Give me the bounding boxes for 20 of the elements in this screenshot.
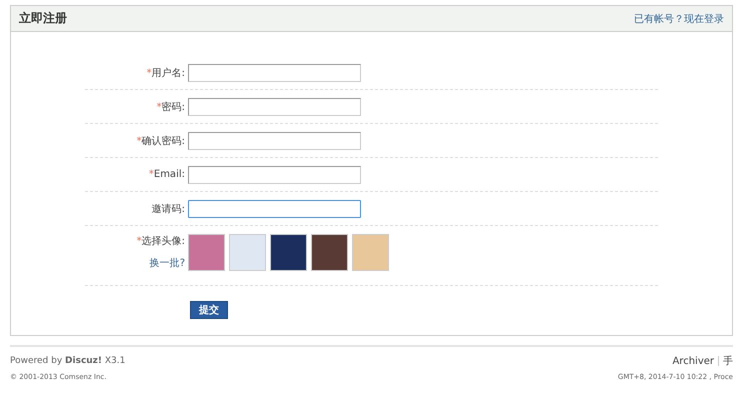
field-label: *Email: <box>148 169 186 180</box>
footer-link[interactable]: Archiver <box>672 356 714 366</box>
field-label: 邀请码: <box>150 202 186 216</box>
input-field[interactable] <box>188 200 361 218</box>
submit-button[interactable]: 提交 <box>190 301 228 319</box>
input-field[interactable] <box>188 64 361 82</box>
login-link[interactable]: 已有帐号？现在登录 <box>634 12 724 26</box>
field-label: *用户名: <box>146 66 186 80</box>
field-label: *确认密码: <box>136 134 186 148</box>
avatar-image[interactable] <box>270 234 307 271</box>
field-label: *密码: <box>156 100 186 114</box>
panel-title: 立即注册 <box>19 10 67 27</box>
refresh-avatars-link[interactable]: 换一批? <box>150 256 185 270</box>
footer-link[interactable]: 手 <box>723 354 733 368</box>
powered-by-text: Powered by Discuz! X3.1 <box>10 356 126 366</box>
input-field[interactable] <box>188 166 361 184</box>
input-field[interactable] <box>188 98 361 116</box>
avatar-image[interactable] <box>311 234 348 271</box>
input-field[interactable] <box>188 132 361 150</box>
avatar-label: *选择头像: <box>136 234 185 248</box>
